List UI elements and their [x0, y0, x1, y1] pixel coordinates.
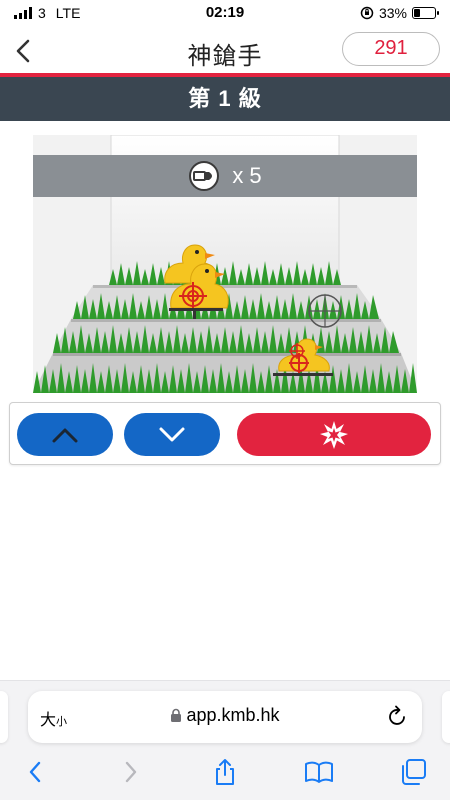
bullet-icon: [189, 161, 220, 191]
address-bar[interactable]: 大小 app.kmb.hk: [28, 691, 422, 743]
browser-forward-button[interactable]: [116, 757, 146, 787]
aim-crosshair-icon: [308, 294, 342, 328]
tabs-icon: [402, 759, 426, 785]
battery-fill: [414, 9, 420, 17]
status-bar: 3 LTE 02:19 33%: [0, 0, 450, 28]
reload-button[interactable]: [388, 705, 408, 732]
url-display[interactable]: app.kmb.hk: [28, 705, 422, 726]
tabs-button[interactable]: [398, 757, 428, 787]
fire-button[interactable]: [237, 413, 431, 456]
browser-back-button[interactable]: [20, 757, 50, 787]
screen: 3 LTE 02:19 33% 神鎗手 291 第 1 級 x 5 大小 app…: [0, 0, 450, 800]
status-right: 33%: [360, 5, 439, 21]
explosion-icon: [320, 420, 348, 449]
app-header: 神鎗手 291: [0, 28, 450, 74]
score-badge: 291: [342, 32, 440, 66]
lock-icon: [171, 708, 182, 722]
orientation-lock-icon: [360, 6, 374, 20]
bookmarks-icon: [305, 761, 333, 783]
back-icon: [29, 761, 41, 783]
prev-tab-card[interactable]: [0, 691, 8, 743]
browser-bar: 大小 app.kmb.hk: [0, 680, 450, 800]
battery-percent: 33%: [378, 5, 407, 21]
control-panel: [9, 402, 441, 465]
url-text: app.kmb.hk: [186, 705, 280, 725]
ammo-count: x 5: [232, 163, 262, 188]
move-down-button[interactable]: [124, 413, 220, 456]
reload-icon: [389, 705, 405, 725]
share-button[interactable]: [210, 757, 240, 787]
battery-icon: [412, 7, 439, 19]
next-tab-card[interactable]: [442, 691, 450, 743]
chevron-up-icon: [52, 428, 78, 442]
move-up-button[interactable]: [17, 413, 113, 456]
ammo-bar: x 5: [33, 155, 417, 197]
forward-icon: [125, 761, 137, 783]
level-banner: 第 1 級: [0, 77, 450, 121]
chevron-down-icon: [159, 427, 185, 441]
bookmarks-button[interactable]: [304, 757, 334, 787]
share-icon: [216, 759, 234, 785]
